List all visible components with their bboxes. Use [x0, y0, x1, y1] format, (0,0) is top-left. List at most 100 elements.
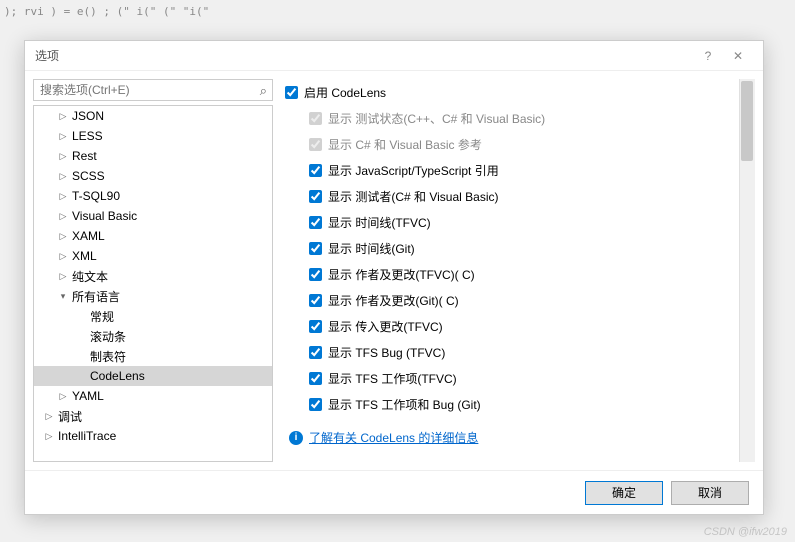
- option-row[interactable]: 显示 传入更改(TFVC): [285, 313, 737, 339]
- tree-item-label: SCSS: [70, 169, 105, 183]
- search-icon: ⌕: [260, 83, 267, 99]
- tree-item[interactable]: 滚动条: [34, 326, 272, 346]
- enable-codelens-checkbox[interactable]: [285, 86, 298, 99]
- dialog-body: ⌕ ▷JSON▷LESS▷Rest▷SCSS▷T-SQL90▷Visual Ba…: [25, 71, 763, 470]
- tree-item-label: Visual Basic: [70, 209, 137, 223]
- chevron-right-icon: ▷: [56, 131, 70, 142]
- option-row[interactable]: 显示 时间线(Git): [285, 235, 737, 261]
- learn-more-link[interactable]: 了解有关 CodeLens 的详细信息: [309, 429, 478, 446]
- tree-item-label: 调试: [56, 408, 82, 425]
- tree-item[interactable]: ▷T-SQL90: [34, 186, 272, 206]
- option-checkbox[interactable]: [309, 242, 322, 255]
- titlebar: 选项 ? ✕: [25, 41, 763, 71]
- chevron-right-icon: ▷: [56, 251, 70, 262]
- option-checkbox[interactable]: [309, 190, 322, 203]
- option-checkbox[interactable]: [309, 398, 322, 411]
- option-label: 显示 时间线(TFVC): [328, 214, 431, 231]
- tree-item[interactable]: ▷调试: [34, 406, 272, 426]
- tree-item[interactable]: 制表符: [34, 346, 272, 366]
- info-link-row: i 了解有关 CodeLens 的详细信息: [285, 429, 737, 446]
- option-checkbox[interactable]: [309, 216, 322, 229]
- option-checkbox[interactable]: [309, 268, 322, 281]
- option-row[interactable]: 显示 TFS 工作项(TFVC): [285, 365, 737, 391]
- option-row[interactable]: 显示 作者及更改(Git)( C): [285, 287, 737, 313]
- search-input[interactable]: [33, 79, 273, 101]
- option-row[interactable]: 显示 JavaScript/TypeScript 引用: [285, 157, 737, 183]
- right-scrollbar[interactable]: [739, 79, 755, 462]
- chevron-right-icon: ▷: [56, 191, 70, 202]
- tree-item-label: 常规: [88, 308, 114, 325]
- tree-item-label: XML: [70, 249, 97, 263]
- tree-item[interactable]: ▷纯文本: [34, 266, 272, 286]
- option-checkbox[interactable]: [309, 320, 322, 333]
- option-row[interactable]: 显示 时间线(TFVC): [285, 209, 737, 235]
- ok-button[interactable]: 确定: [585, 481, 663, 505]
- tree-item-label: 滚动条: [88, 328, 126, 345]
- info-icon: i: [289, 431, 303, 445]
- tree-item[interactable]: ▷XML: [34, 246, 272, 266]
- tree-item[interactable]: ▷IntelliTrace: [34, 426, 272, 446]
- tree-item-label: T-SQL90: [70, 189, 120, 203]
- tree-item[interactable]: ▷Rest: [34, 146, 272, 166]
- tree-item[interactable]: ▷JSON: [34, 106, 272, 126]
- tree-item[interactable]: CodeLens: [34, 366, 272, 386]
- scrollbar-thumb[interactable]: [741, 81, 753, 161]
- search-wrap: ⌕: [33, 79, 273, 101]
- enable-codelens-row[interactable]: 启用 CodeLens: [285, 79, 737, 105]
- tree-item[interactable]: 常规: [34, 306, 272, 326]
- tree-item[interactable]: ▾所有语言: [34, 286, 272, 306]
- chevron-right-icon: ▷: [56, 271, 70, 282]
- option-label: 显示 作者及更改(Git)( C): [328, 292, 459, 309]
- option-label: 显示 作者及更改(TFVC)( C): [328, 266, 475, 283]
- chevron-right-icon: ▷: [56, 151, 70, 162]
- option-row[interactable]: 显示 TFS Bug (TFVC): [285, 339, 737, 365]
- watermark: CSDN @ifw2019: [704, 526, 787, 538]
- tree-item[interactable]: ▷YAML: [34, 386, 272, 406]
- tree-item-label: 所有语言: [70, 288, 120, 305]
- close-button[interactable]: ✕: [723, 44, 753, 68]
- tree-item-label: JSON: [70, 109, 104, 123]
- option-checkbox[interactable]: [309, 294, 322, 307]
- help-button[interactable]: ?: [693, 44, 723, 68]
- chevron-right-icon: ▷: [56, 211, 70, 222]
- button-bar: 确定 取消: [25, 470, 763, 514]
- option-row[interactable]: 显示 TFS 工作项和 Bug (Git): [285, 391, 737, 417]
- chevron-right-icon: ▷: [42, 431, 56, 442]
- option-checkbox: [309, 112, 322, 125]
- chevron-right-icon: ▷: [56, 171, 70, 182]
- tree-item-label: Rest: [70, 149, 97, 163]
- background-code-hint: ); rvi ) = e() ; (" i(" (" "i(": [0, 0, 213, 24]
- chevron-right-icon: ▷: [42, 411, 56, 422]
- tree-item[interactable]: ▷LESS: [34, 126, 272, 146]
- option-checkbox[interactable]: [309, 164, 322, 177]
- option-checkbox[interactable]: [309, 346, 322, 359]
- chevron-right-icon: ▷: [56, 231, 70, 242]
- option-label: 显示 TFS 工作项(TFVC): [328, 370, 457, 387]
- option-label: 显示 JavaScript/TypeScript 引用: [328, 162, 499, 179]
- left-pane: ⌕ ▷JSON▷LESS▷Rest▷SCSS▷T-SQL90▷Visual Ba…: [33, 79, 273, 462]
- enable-codelens-label: 启用 CodeLens: [304, 84, 386, 101]
- tree-item[interactable]: ▷Visual Basic: [34, 206, 272, 226]
- option-label: 显示 时间线(Git): [328, 240, 415, 257]
- option-row: 显示 测试状态(C++、C# 和 Visual Basic): [285, 105, 737, 131]
- dialog-title: 选项: [35, 47, 693, 64]
- option-label: 显示 TFS 工作项和 Bug (Git): [328, 396, 481, 413]
- tree-item-label: 纯文本: [70, 268, 108, 285]
- option-row[interactable]: 显示 测试者(C# 和 Visual Basic): [285, 183, 737, 209]
- close-icon: ✕: [733, 49, 743, 63]
- option-label: 显示 传入更改(TFVC): [328, 318, 443, 335]
- cancel-button[interactable]: 取消: [671, 481, 749, 505]
- tree-item-label: YAML: [70, 389, 104, 403]
- tree-item-label: LESS: [70, 129, 103, 143]
- option-checkbox[interactable]: [309, 372, 322, 385]
- tree-item-label: XAML: [70, 229, 105, 243]
- tree-item[interactable]: ▷SCSS: [34, 166, 272, 186]
- option-label: 显示 TFS Bug (TFVC): [328, 344, 445, 361]
- tree-item[interactable]: ▷XAML: [34, 226, 272, 246]
- options-tree[interactable]: ▷JSON▷LESS▷Rest▷SCSS▷T-SQL90▷Visual Basi…: [33, 105, 273, 462]
- tree-item-label: 制表符: [88, 348, 126, 365]
- option-row: 显示 C# 和 Visual Basic 参考: [285, 131, 737, 157]
- chevron-down-icon: ▾: [56, 291, 70, 302]
- option-row[interactable]: 显示 作者及更改(TFVC)( C): [285, 261, 737, 287]
- chevron-right-icon: ▷: [56, 391, 70, 402]
